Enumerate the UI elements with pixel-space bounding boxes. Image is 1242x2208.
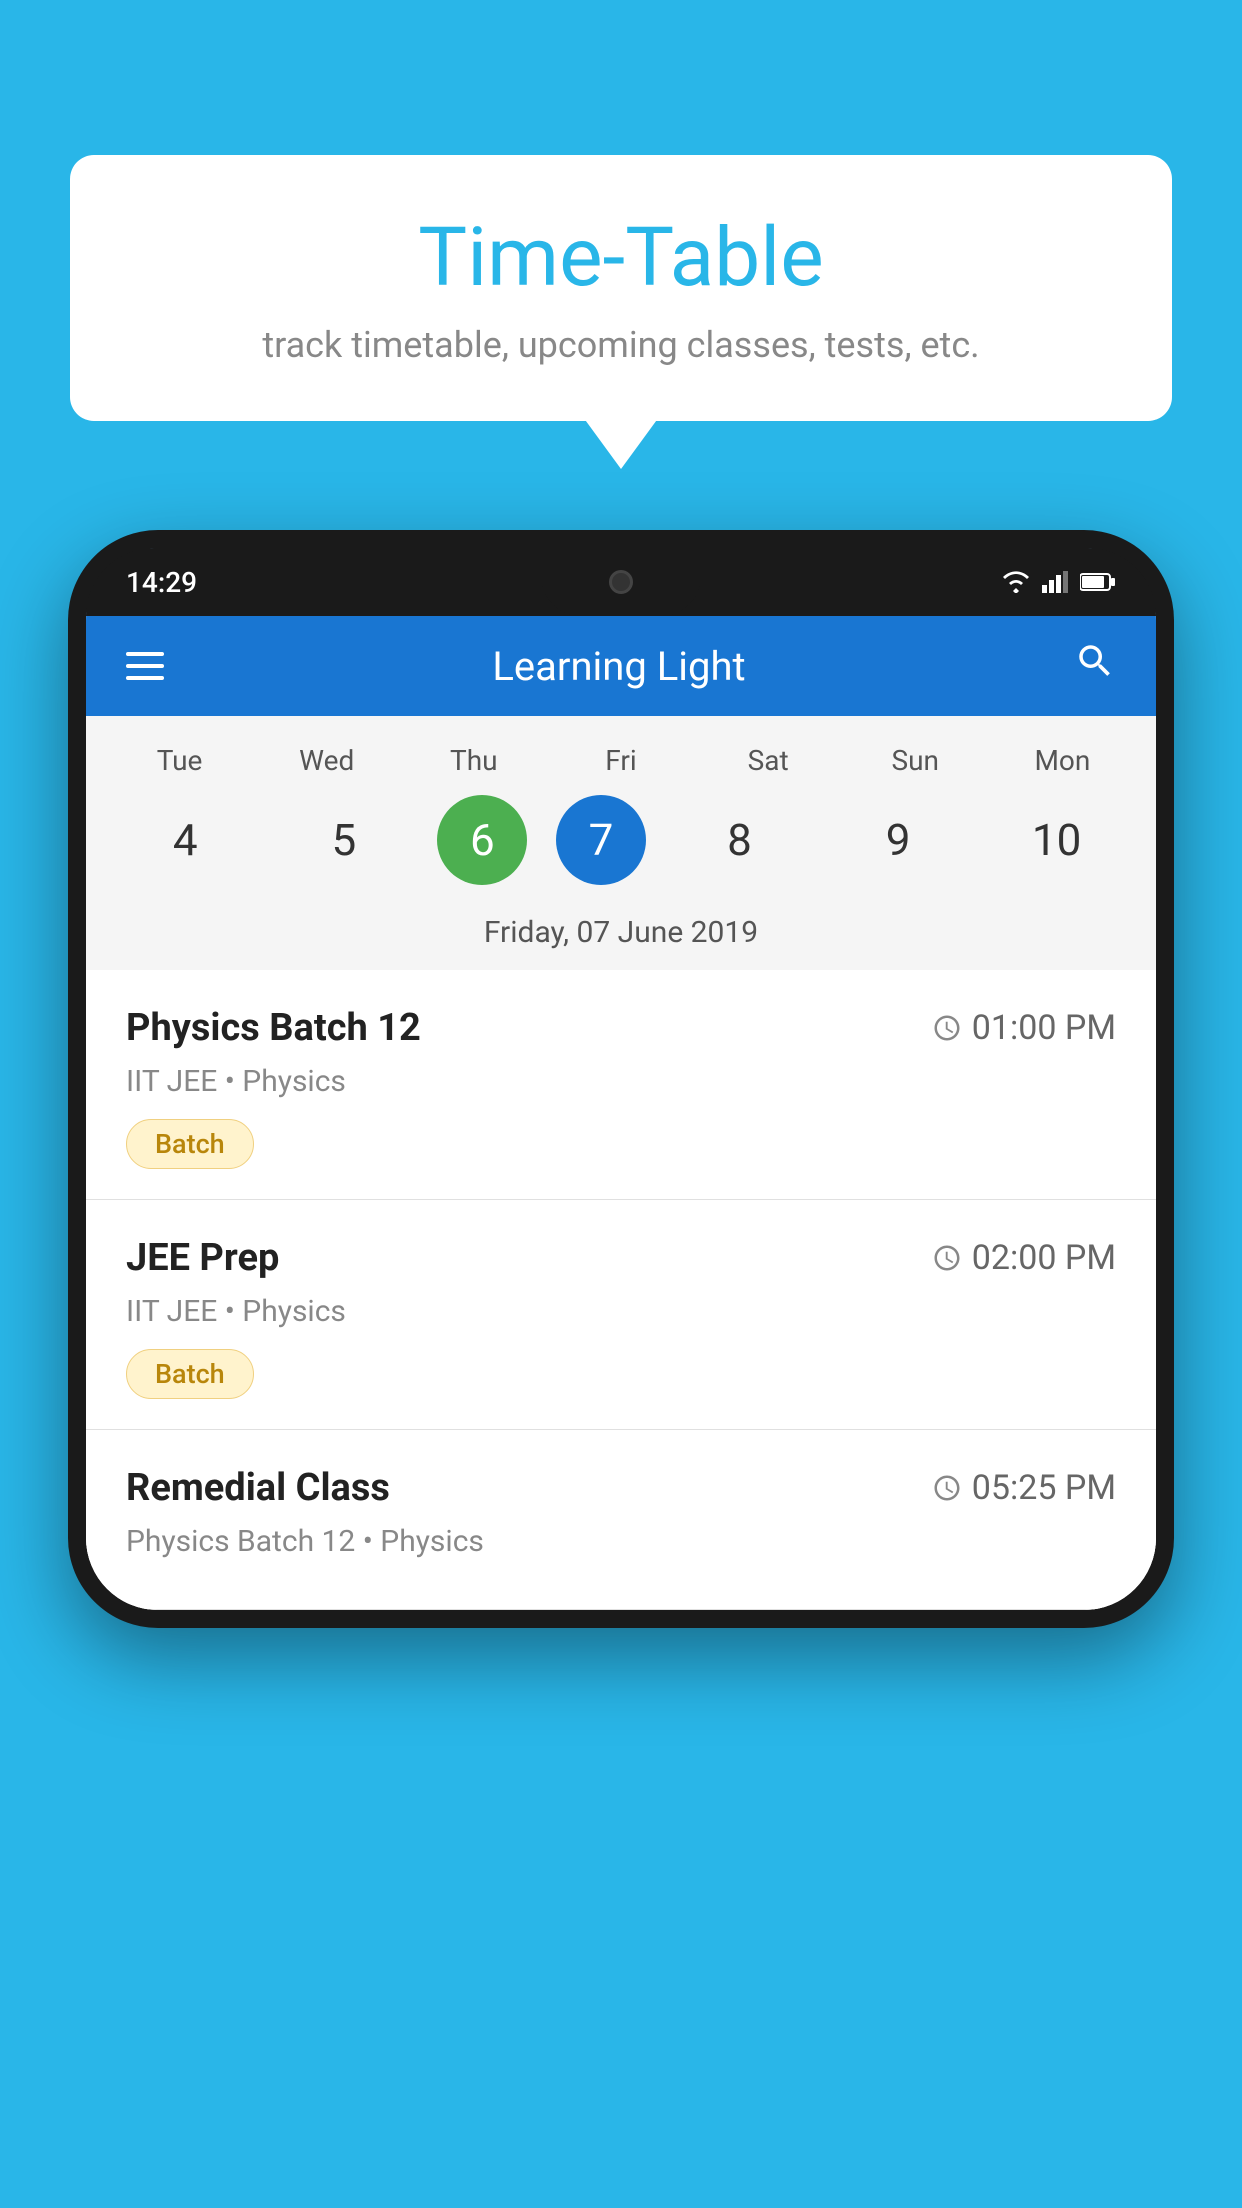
- schedule-time-1: 02:00 PM: [932, 1238, 1116, 1278]
- clock-icon-0: [932, 1013, 962, 1043]
- app-title: Learning Light: [492, 643, 745, 690]
- schedule-item-header-0: Physics Batch 12 01:00 PM: [126, 1006, 1116, 1050]
- day-name-tue: Tue: [115, 744, 245, 777]
- calendar-week: Tue Wed Thu Fri Sat Sun Mon 456789 10 Friday, 0…: [86, 716, 1156, 970]
- phone-screen: 14:29: [86, 548, 1156, 1610]
- day-name-sun: Sun: [850, 744, 980, 777]
- day-name-thu: Thu: [409, 744, 539, 777]
- bubble-title: Time-Table: [130, 210, 1112, 306]
- camera-dot: [609, 570, 633, 594]
- schedule-item-header-2: Remedial Class 05:25 PM: [126, 1466, 1116, 1510]
- day-number-9[interactable]: 9: [833, 795, 963, 885]
- day-number-8[interactable]: 8: [675, 795, 805, 885]
- schedule-name-2: Remedial Class: [126, 1466, 390, 1510]
- speech-bubble: Time-Table track timetable, upcoming cla…: [70, 155, 1172, 421]
- schedule-item-header-1: JEE Prep 02:00 PM: [126, 1236, 1116, 1280]
- app-header: Learning Light: [86, 616, 1156, 716]
- phone-frame-container: 14:29: [68, 530, 1174, 1628]
- hamburger-menu-icon[interactable]: [126, 652, 164, 680]
- batch-badge-0: Batch: [126, 1119, 254, 1169]
- status-time: 14:29: [126, 566, 197, 599]
- schedule-item-1[interactable]: JEE Prep 02:00 PM IIT JEE • Physics Batc…: [86, 1200, 1156, 1430]
- day-numbers-row[interactable]: 456789 10: [86, 785, 1156, 905]
- day-number-10[interactable]: 10: [992, 795, 1122, 885]
- schedule-name-0: Physics Batch 12: [126, 1006, 421, 1050]
- schedule-item-2[interactable]: Remedial Class 05:25 PM Physics Batch 12…: [86, 1430, 1156, 1610]
- wifi-icon: [1002, 571, 1030, 593]
- battery-icon: [1080, 572, 1116, 592]
- schedule-subtitle-1: IIT JEE • Physics: [126, 1294, 1116, 1329]
- status-icons: [1002, 571, 1116, 593]
- day-number-5[interactable]: 5: [279, 795, 409, 885]
- clock-icon-2: [932, 1473, 962, 1503]
- day-number-4[interactable]: 4: [120, 795, 250, 885]
- signal-icon: [1042, 571, 1068, 593]
- bubble-subtitle: track timetable, upcoming classes, tests…: [130, 324, 1112, 366]
- batch-badge-1: Batch: [126, 1349, 254, 1399]
- selected-date-label: Friday, 07 June 2019: [86, 905, 1156, 970]
- schedule-name-1: JEE Prep: [126, 1236, 279, 1280]
- day-name-sat: Sat: [703, 744, 833, 777]
- search-icon[interactable]: [1074, 640, 1116, 693]
- day-name-mon: Mon: [997, 744, 1127, 777]
- clock-icon-1: [932, 1243, 962, 1273]
- day-name-fri: Fri: [556, 744, 686, 777]
- schedule-subtitle-0: IIT JEE • Physics: [126, 1064, 1116, 1099]
- schedule-item-0[interactable]: Physics Batch 12 01:00 PM IIT JEE • Phys…: [86, 970, 1156, 1200]
- schedule-subtitle-2: Physics Batch 12 • Physics: [126, 1524, 1116, 1559]
- phone-frame: 14:29: [68, 530, 1174, 1628]
- day-name-wed: Wed: [262, 744, 392, 777]
- schedule-list: Physics Batch 12 01:00 PM IIT JEE • Phys…: [86, 970, 1156, 1610]
- day-number-6[interactable]: 6: [437, 795, 527, 885]
- day-names-row: Tue Wed Thu Fri Sat Sun Mon: [86, 736, 1156, 785]
- schedule-time-2: 05:25 PM: [932, 1468, 1116, 1508]
- day-number-7[interactable]: 7: [556, 795, 646, 885]
- phone-notch: [541, 548, 701, 616]
- schedule-time-0: 01:00 PM: [932, 1008, 1116, 1048]
- speech-bubble-container: Time-Table track timetable, upcoming cla…: [70, 155, 1172, 421]
